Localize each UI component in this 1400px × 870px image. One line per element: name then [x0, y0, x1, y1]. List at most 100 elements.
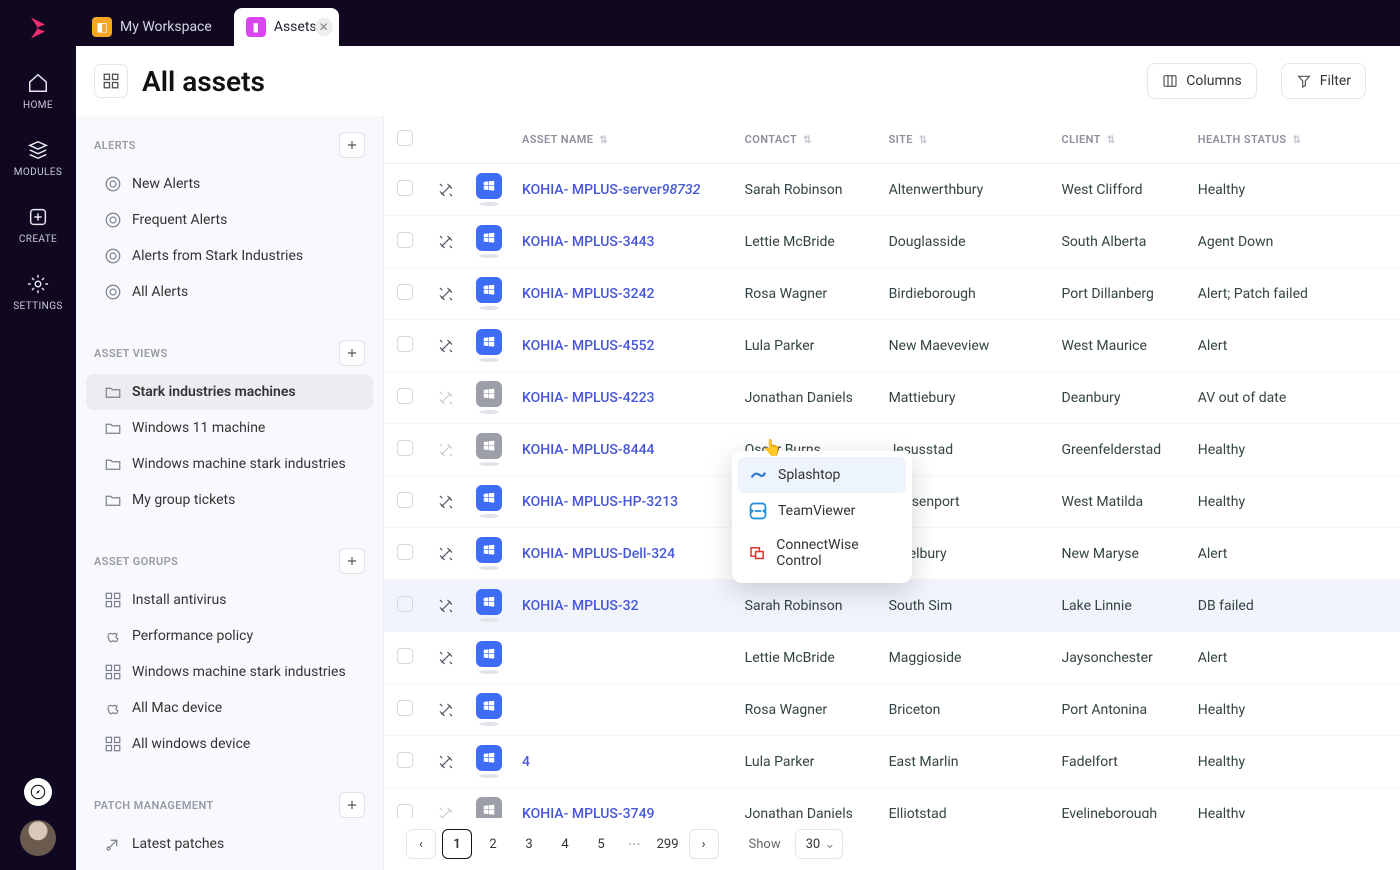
row-checkbox[interactable]	[397, 180, 413, 196]
table-row[interactable]: KOHIA- MPLUS-3749 Jonathan Daniels Ellio…	[384, 788, 1400, 819]
asset-link[interactable]: KOHIA- MPLUS-server98732	[522, 182, 700, 198]
page-4[interactable]: 4	[550, 829, 580, 859]
ctx-splashtop[interactable]: Splashtop	[738, 457, 906, 493]
table-row[interactable]: KOHIA- MPLUS-32 Sarah Robinson South Sim…	[384, 580, 1400, 632]
sidebar-alert-3[interactable]: All Alerts	[86, 274, 373, 310]
page-next[interactable]: ›	[689, 829, 719, 859]
row-checkbox[interactable]	[397, 492, 413, 508]
rail-create[interactable]: CREATE	[19, 206, 57, 245]
page-2[interactable]: 2	[478, 829, 508, 859]
sidebar-group-0[interactable]: Install antivirus	[86, 582, 373, 618]
rail-modules[interactable]: MODULES	[14, 139, 62, 178]
asset-link[interactable]: KOHIA- MPLUS-4223	[522, 390, 655, 406]
asset-link[interactable]: KOHIA- MPLUS-HP-3213	[522, 494, 678, 510]
ctx-teamviewer[interactable]: TeamViewer	[738, 493, 906, 529]
table-row[interactable]: KOHIA- MPLUS-4223 Jonathan Daniels Matti…	[384, 372, 1400, 424]
tab-workspace[interactable]: ◧ My Workspace	[80, 8, 234, 46]
row-checkbox[interactable]	[397, 752, 413, 768]
remote-tools-icon[interactable]	[436, 804, 456, 819]
row-checkbox[interactable]	[397, 544, 413, 560]
row-checkbox[interactable]	[397, 440, 413, 456]
col-site[interactable]: SITE⇅	[879, 116, 1052, 164]
sidebar-view-0[interactable]: Stark industries machines	[86, 374, 373, 410]
remote-tools-icon[interactable]	[436, 284, 456, 304]
table-row[interactable]: KOHIA- MPLUS-server98732 Sarah Robinson …	[384, 164, 1400, 216]
sidebar-alert-2[interactable]: Alerts from Stark Industries	[86, 238, 373, 274]
ctx-connectwise[interactable]: ConnectWise Control	[738, 529, 906, 577]
asset-link[interactable]: KOHIA- MPLUS-3749	[522, 806, 655, 819]
page-3[interactable]: 3	[514, 829, 544, 859]
sidebar-group-2[interactable]: Windows machine stark industries	[86, 654, 373, 690]
sidebar-view-1[interactable]: Windows 11 machine	[86, 410, 373, 446]
sidebar-group-1[interactable]: Performance policy	[86, 618, 373, 654]
rail-modules-label: MODULES	[14, 167, 62, 178]
sidebar-alert-1[interactable]: Frequent Alerts	[86, 202, 373, 238]
row-checkbox[interactable]	[397, 700, 413, 716]
row-checkbox[interactable]	[397, 336, 413, 352]
add-alert-button[interactable]	[339, 132, 365, 158]
remote-tools-icon[interactable]	[436, 648, 456, 668]
row-checkbox[interactable]	[397, 596, 413, 612]
os-windows-icon	[476, 641, 502, 667]
sidebar-view-2[interactable]: Windows machine stark industries	[86, 446, 373, 482]
os-windows-icon	[476, 329, 502, 355]
table-row[interactable]: 4 Lula Parker East Marlin Fadelfort Heal…	[384, 736, 1400, 788]
sidebar-group-3[interactable]: All Mac device	[86, 690, 373, 726]
asset-link[interactable]: KOHIA- MPLUS-3443	[522, 234, 655, 250]
table-row[interactable]: KOHIA- MPLUS-3242 Rosa Wagner Birdieboro…	[384, 268, 1400, 320]
remote-tools-icon[interactable]	[436, 492, 456, 512]
asset-link[interactable]: KOHIA- MPLUS-4552	[522, 338, 655, 354]
asset-link[interactable]: KOHIA- MPLUS-32	[522, 598, 639, 614]
remote-tools-icon[interactable]	[436, 544, 456, 564]
row-checkbox[interactable]	[397, 284, 413, 300]
select-all-checkbox[interactable]	[397, 130, 413, 146]
sidebar-alert-0[interactable]: New Alerts	[86, 166, 373, 202]
sidebar-patch-0[interactable]: Latest patches	[86, 826, 373, 862]
add-group-button[interactable]	[339, 548, 365, 574]
col-contact[interactable]: CONTACT⇅	[735, 116, 879, 164]
sidebar-group-4[interactable]: All windows device	[86, 726, 373, 762]
row-checkbox[interactable]	[397, 648, 413, 664]
row-checkbox[interactable]	[397, 232, 413, 248]
remote-tools-icon[interactable]	[436, 336, 456, 356]
remote-tools-icon[interactable]	[436, 596, 456, 616]
page-size-select[interactable]: 30	[795, 829, 844, 859]
close-tab-icon[interactable]: ✕	[315, 18, 333, 36]
row-checkbox[interactable]	[397, 804, 413, 819]
compass-button[interactable]	[24, 778, 52, 806]
col-client[interactable]: CLIENT⇅	[1052, 116, 1188, 164]
asset-link[interactable]: KOHIA- MPLUS-Dell-324	[522, 546, 675, 562]
asset-link[interactable]: KOHIA- MPLUS-3242	[522, 286, 655, 302]
filter-button[interactable]: Filter	[1281, 63, 1366, 99]
remote-tools-icon[interactable]	[436, 440, 456, 460]
tab-assets[interactable]: ▮ Assets ✕	[234, 8, 339, 46]
remote-tools-icon[interactable]	[436, 700, 456, 720]
sidebar-patch-1[interactable]: Installed patches	[86, 862, 373, 870]
remote-tools-icon[interactable]	[436, 232, 456, 252]
col-asset-name[interactable]: ASSET NAME⇅	[512, 116, 735, 164]
add-view-button[interactable]	[339, 340, 365, 366]
table-row[interactable]: Rosa Wagner Briceton Port Antonina Healt…	[384, 684, 1400, 736]
os-windows-icon	[476, 433, 502, 459]
asset-link[interactable]: 4	[522, 754, 530, 770]
columns-button[interactable]: Columns	[1147, 63, 1256, 99]
page-5[interactable]: 5	[586, 829, 616, 859]
add-patch-button[interactable]	[339, 792, 365, 818]
table-row[interactable]: KOHIA- MPLUS-3443 Lettie McBride Douglas…	[384, 216, 1400, 268]
page-prev[interactable]: ‹	[406, 829, 436, 859]
user-avatar[interactable]	[20, 820, 56, 856]
asset-link[interactable]: KOHIA- MPLUS-8444	[522, 442, 655, 458]
sidebar-view-3[interactable]: My group tickets	[86, 482, 373, 518]
rail-settings[interactable]: SETTINGS	[13, 273, 63, 312]
table-row[interactable]: KOHIA- MPLUS-4552 Lula Parker New Maevev…	[384, 320, 1400, 372]
page-1[interactable]: 1	[442, 829, 472, 859]
page-last[interactable]: 299	[653, 829, 683, 859]
col-health[interactable]: HEALTH STATUS⇅	[1188, 116, 1400, 164]
rail-home[interactable]: HOME	[23, 72, 53, 111]
remote-tools-icon[interactable]	[436, 180, 456, 200]
row-checkbox[interactable]	[397, 388, 413, 404]
remote-tools-icon[interactable]	[436, 388, 456, 408]
cell-health: Healthy	[1188, 684, 1400, 736]
remote-tools-icon[interactable]	[436, 752, 456, 772]
table-row[interactable]: Lettie McBride Maggioside Jaysonchester …	[384, 632, 1400, 684]
